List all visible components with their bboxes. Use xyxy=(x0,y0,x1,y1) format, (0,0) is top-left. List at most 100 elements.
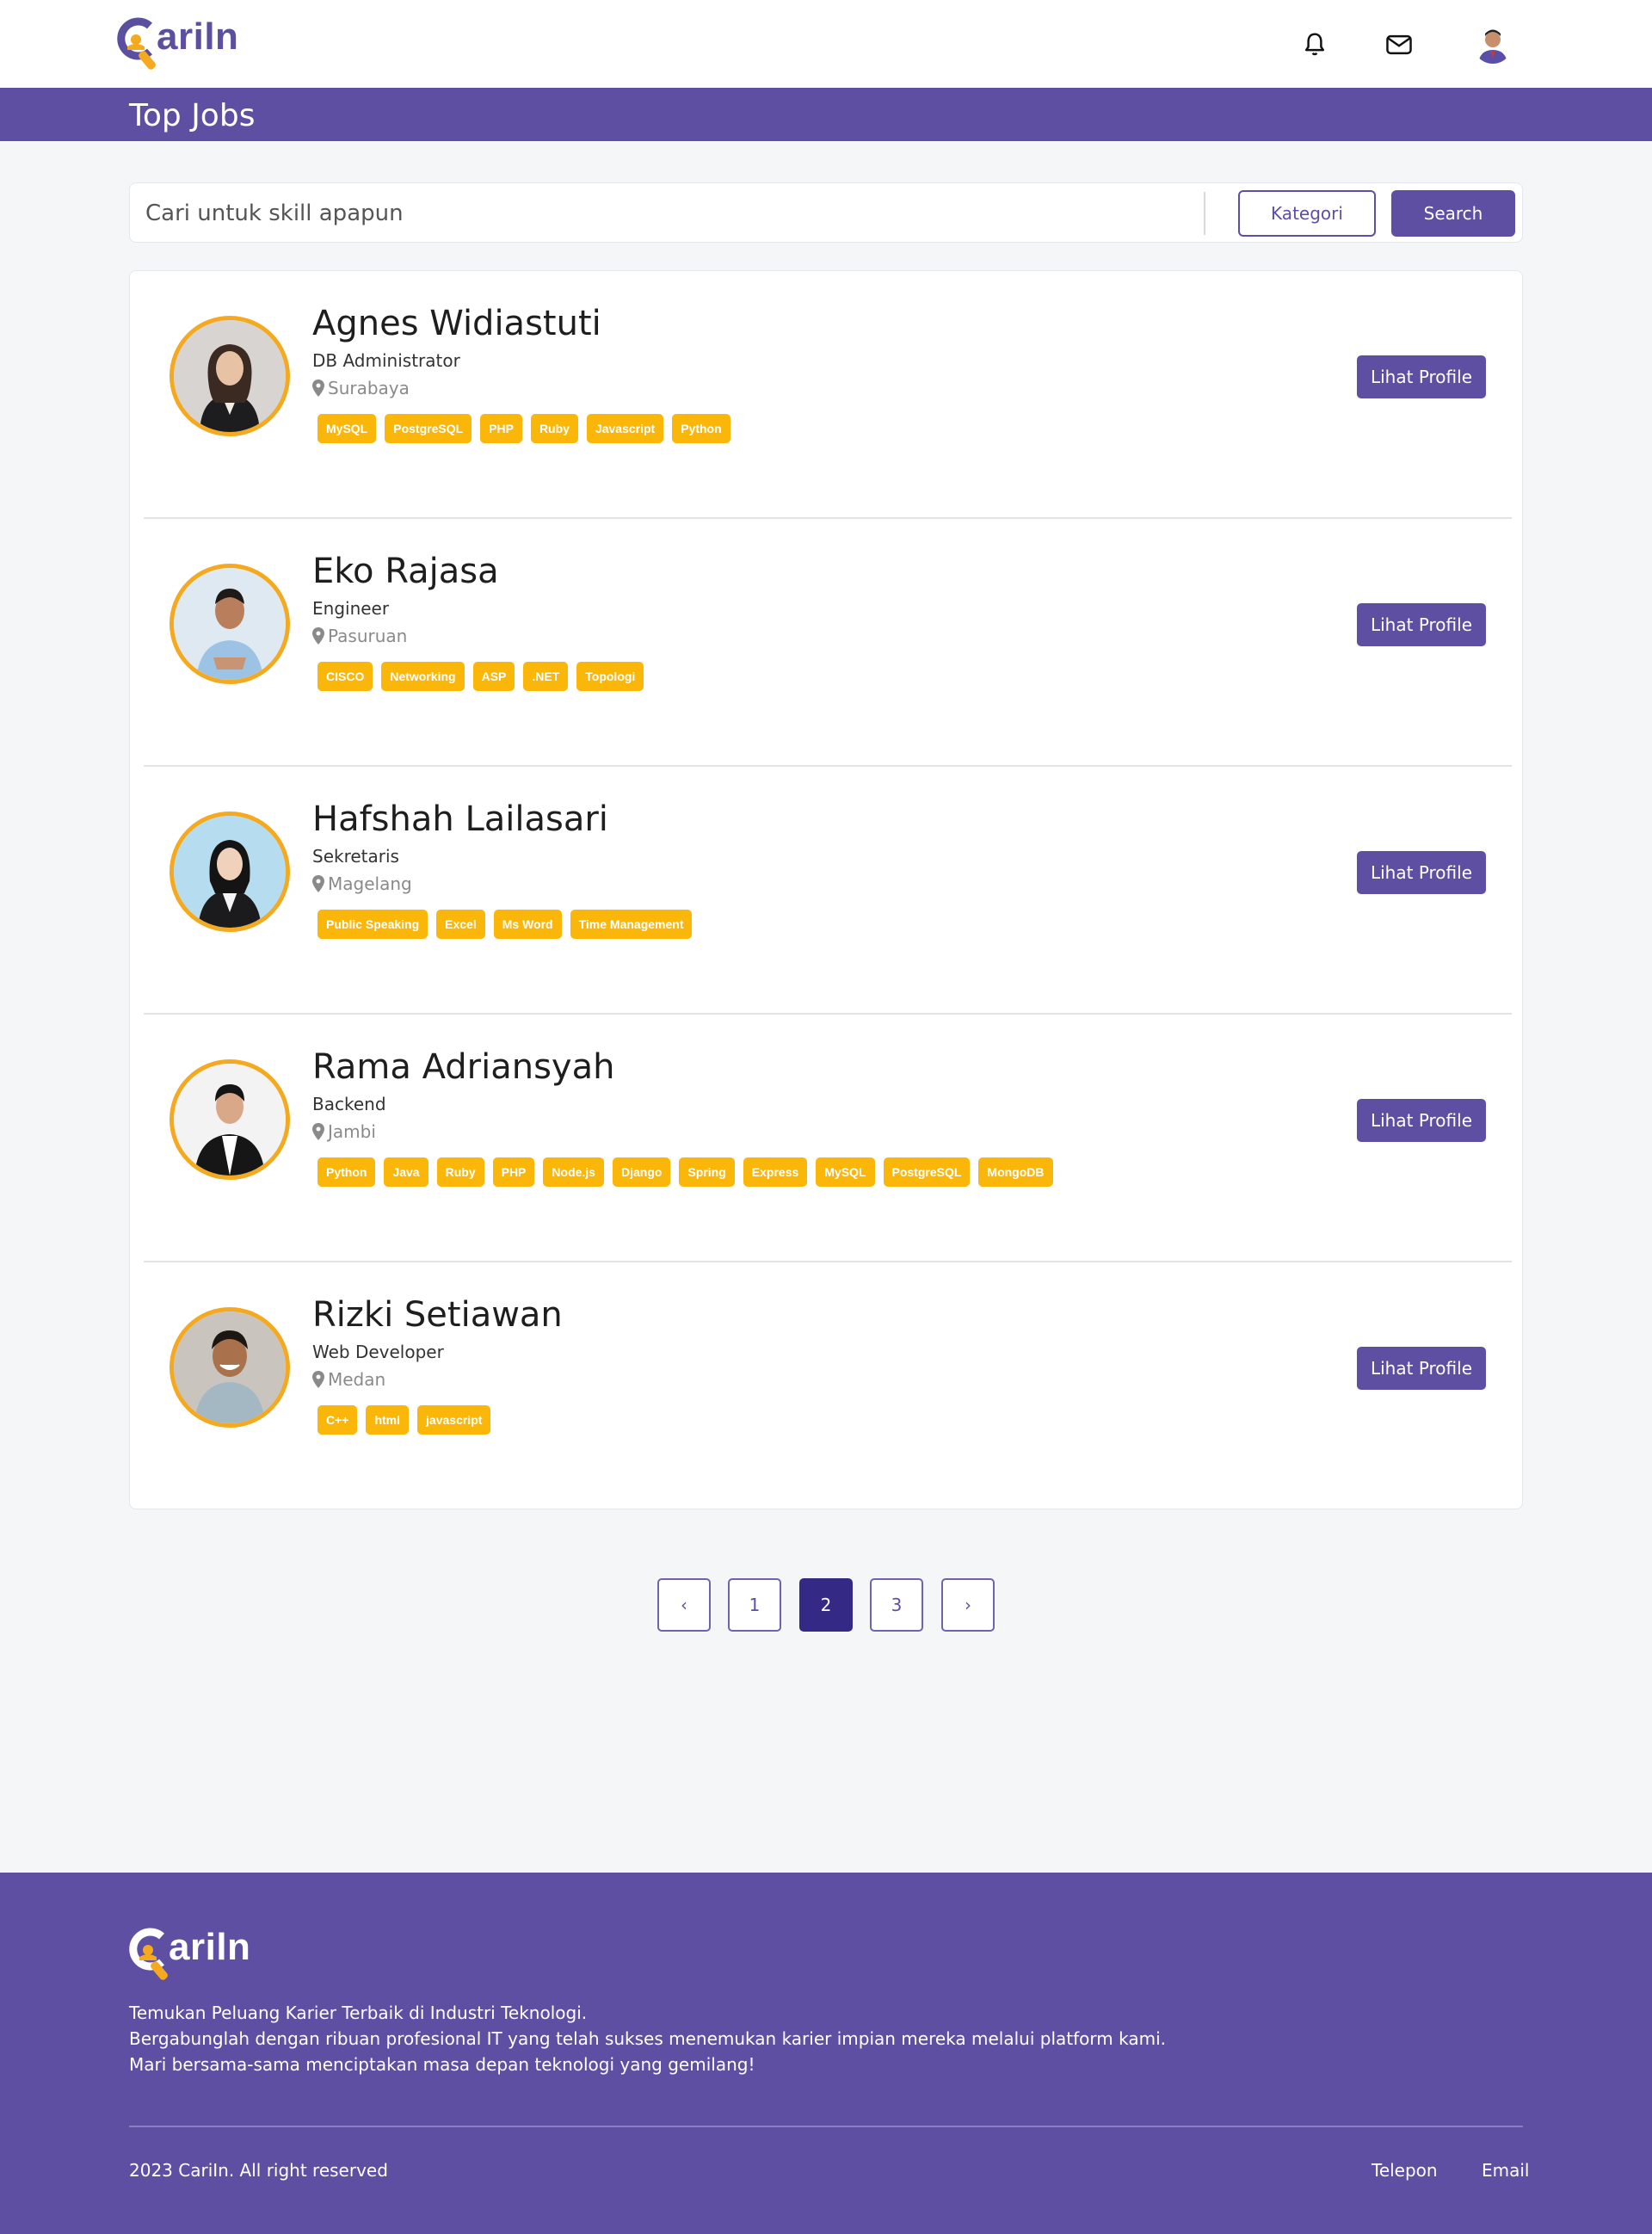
profile-photo xyxy=(170,812,290,932)
location-text: Surabaya xyxy=(328,378,410,398)
skill-tag: Ruby xyxy=(436,1157,484,1187)
profile-role: Backend xyxy=(312,1094,386,1114)
skill-tag: Ruby xyxy=(530,414,578,443)
view-profile-button[interactable]: Lihat Profile xyxy=(1357,1347,1486,1390)
pagination-next-button[interactable]: › xyxy=(941,1578,995,1632)
location-text: Medan xyxy=(328,1369,386,1390)
skill-tag: CISCO xyxy=(317,662,373,691)
skill-tag: html xyxy=(366,1405,410,1435)
location-text: Jambi xyxy=(328,1121,376,1142)
skill-tag: Excel xyxy=(436,910,485,939)
profile-location: Magelang xyxy=(312,873,412,894)
skill-tag: PostgreSQL xyxy=(385,414,472,443)
skill-tags: C++ html javascript xyxy=(317,1405,491,1435)
skill-tag: Django xyxy=(612,1157,671,1187)
brand-name: ariln xyxy=(157,15,239,58)
skill-tag: PostgreSQL xyxy=(883,1157,971,1187)
footer-description: Temukan Peluang Karier Terbaik di Indust… xyxy=(129,2000,1166,2077)
footer-divider xyxy=(129,2126,1523,2127)
skill-tag: .NET xyxy=(523,662,569,691)
view-profile-button[interactable]: Lihat Profile xyxy=(1357,355,1486,398)
logo-mark xyxy=(129,1928,169,1980)
profile-row: Agnes Widiastuti DB Administrator Suraba… xyxy=(144,271,1512,519)
skill-tag: Spring xyxy=(679,1157,735,1187)
view-profile-button[interactable]: Lihat Profile xyxy=(1357,603,1486,646)
skill-tag: Node.js xyxy=(543,1157,604,1187)
profile-location: Medan xyxy=(312,1369,385,1390)
skill-tag: PHP xyxy=(480,414,522,443)
pagination-prev-button[interactable]: ‹ xyxy=(657,1578,711,1632)
profile-photo xyxy=(170,316,290,436)
skill-tag: PHP xyxy=(492,1157,535,1187)
profile-row: Rizki Setiawan Web Developer Medan C++ h… xyxy=(144,1262,1512,1510)
view-profile-button[interactable]: Lihat Profile xyxy=(1357,1099,1486,1142)
profile-role: Sekretaris xyxy=(312,846,399,867)
profile-location: Pasuruan xyxy=(312,626,407,646)
profile-row: Eko Rajasa Engineer Pasuruan CISCO Netwo… xyxy=(144,519,1512,767)
location-pin-icon xyxy=(312,875,324,892)
skill-tag: Javascript xyxy=(586,414,664,443)
footer-logo[interactable]: ariln xyxy=(129,1926,251,1980)
skill-tag: MySQL xyxy=(816,1157,875,1187)
skill-tag: javascript xyxy=(417,1405,491,1435)
location-pin-icon xyxy=(312,627,324,645)
location-text: Magelang xyxy=(328,873,412,894)
skill-tag: Networking xyxy=(381,662,465,691)
bell-icon[interactable] xyxy=(1298,28,1332,62)
brand-name: ariln xyxy=(169,1926,251,1968)
pagination-page-1[interactable]: 1 xyxy=(728,1578,781,1632)
search-divider xyxy=(1204,192,1205,235)
skill-tag: Java xyxy=(384,1157,428,1187)
navbar: ariln xyxy=(0,0,1652,88)
profile-row: Rama Adriansyah Backend Jambi Python Jav… xyxy=(144,1015,1512,1262)
location-pin-icon xyxy=(312,380,324,397)
skill-tags: Public Speaking Excel Ms Word Time Manag… xyxy=(317,910,693,939)
profile-photo xyxy=(170,564,290,684)
profile-photo xyxy=(170,1059,290,1180)
pagination-page-2[interactable]: 2 xyxy=(799,1578,853,1632)
profile-role: DB Administrator xyxy=(312,350,460,371)
skill-tag: Python xyxy=(672,414,730,443)
brand-logo[interactable]: ariln xyxy=(117,15,239,70)
skill-tag: MySQL xyxy=(317,414,377,443)
profile-name: Rizki Setiawan xyxy=(312,1295,563,1335)
skill-tags: Python Java Ruby PHP Node.js Django Spri… xyxy=(317,1157,1053,1187)
skill-tag: Python xyxy=(317,1157,376,1187)
profile-role: Web Developer xyxy=(312,1342,444,1362)
profile-name: Rama Adriansyah xyxy=(312,1047,615,1087)
profile-location: Jambi xyxy=(312,1121,376,1142)
skill-tag: MongoDB xyxy=(978,1157,1053,1187)
profile-name: Eko Rajasa xyxy=(312,552,499,591)
skill-tags: CISCO Networking ASP .NET Topologi xyxy=(317,662,644,691)
location-pin-icon xyxy=(312,1371,324,1388)
pagination-page-3[interactable]: 3 xyxy=(870,1578,923,1632)
location-pin-icon xyxy=(312,1123,324,1140)
logo-mark xyxy=(117,17,157,70)
profile-location: Surabaya xyxy=(312,378,410,398)
search-button[interactable]: Search xyxy=(1391,190,1515,237)
skill-tag: Topologi xyxy=(576,662,644,691)
page-title: Top Jobs xyxy=(129,98,256,133)
profile-list: Agnes Widiastuti DB Administrator Suraba… xyxy=(129,270,1523,1509)
footer-link-telepon[interactable]: Telepon xyxy=(1372,2160,1438,2181)
profile-photo xyxy=(170,1307,290,1428)
skill-tag: ASP xyxy=(472,662,515,691)
profile-row: Hafshah Lailasari Sekretaris Magelang Pu… xyxy=(144,767,1512,1015)
skill-tag: Public Speaking xyxy=(317,910,428,939)
footer-line: Temukan Peluang Karier Terbaik di Indust… xyxy=(129,2003,588,2023)
category-button[interactable]: Kategori xyxy=(1238,190,1376,237)
skill-tags: MySQL PostgreSQL PHP Ruby Javascript Pyt… xyxy=(317,414,730,443)
mail-icon[interactable] xyxy=(1382,28,1416,62)
page-header-bar: Top Jobs xyxy=(0,88,1652,141)
skill-tag: Ms Word xyxy=(493,910,562,939)
skill-tag: Time Management xyxy=(570,910,693,939)
profile-name: Agnes Widiastuti xyxy=(312,304,601,343)
search-input[interactable] xyxy=(145,195,1247,231)
skill-tag: Express xyxy=(743,1157,808,1187)
profile-role: Engineer xyxy=(312,598,390,619)
view-profile-button[interactable]: Lihat Profile xyxy=(1357,851,1486,894)
location-text: Pasuruan xyxy=(328,626,408,646)
footer-link-email[interactable]: Email xyxy=(1482,2160,1530,2181)
user-avatar[interactable] xyxy=(1473,24,1513,64)
skill-tag: C++ xyxy=(317,1405,358,1435)
